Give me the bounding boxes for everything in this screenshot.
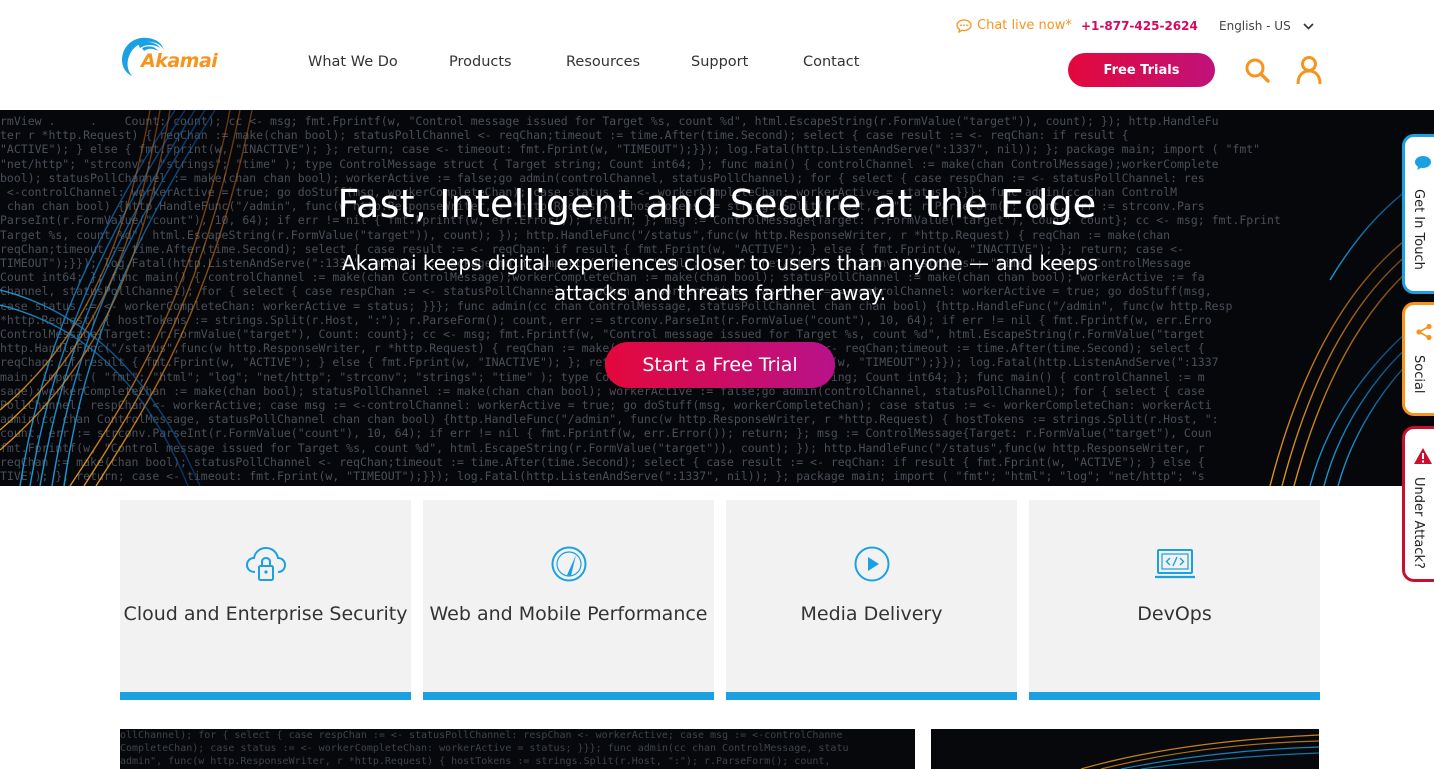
site-header: Akamai What We Do Products Resources Sup… xyxy=(0,0,1434,110)
tile-code-background: ollChannel); for { select { case respCha… xyxy=(120,730,849,767)
card-label: Cloud and Enterprise Security xyxy=(123,603,408,625)
card-media-delivery[interactable]: Media Delivery xyxy=(726,500,1017,700)
warning-icon xyxy=(1414,448,1432,464)
card-label: DevOps xyxy=(1137,603,1212,625)
nav-item-contact[interactable]: Contact xyxy=(803,54,859,70)
free-trials-button[interactable]: Free Trials xyxy=(1068,53,1215,87)
card-cloud-enterprise-security[interactable]: Cloud and Enterprise Security xyxy=(120,500,411,700)
phone-link[interactable]: +1-877-425-2624 xyxy=(1081,19,1198,33)
logo-text: Akamai xyxy=(141,50,218,72)
get-in-touch-tab[interactable]: Get In Touch xyxy=(1402,134,1434,294)
user-account-icon[interactable] xyxy=(1296,55,1322,85)
share-icon xyxy=(1416,323,1432,341)
play-icon xyxy=(854,546,890,582)
hero-subtitle: Akamai keeps digital experiences closer … xyxy=(342,251,1098,305)
speedometer-icon xyxy=(551,546,587,582)
code-monitor-icon xyxy=(1155,549,1195,579)
nav-item-resources[interactable]: Resources xyxy=(566,54,640,70)
card-accent-bar xyxy=(726,692,1017,700)
card-devops[interactable]: DevOps xyxy=(1029,500,1320,700)
get-in-touch-label: Get In Touch xyxy=(1411,189,1426,270)
chevron-down-icon xyxy=(1303,22,1314,30)
card-label: Media Delivery xyxy=(800,603,943,625)
hero-banner: rmView . . Count: count); cc <- msg; fmt… xyxy=(0,110,1434,486)
card-accent-bar xyxy=(423,692,714,700)
feature-tile-right[interactable] xyxy=(931,729,1319,769)
search-icon[interactable] xyxy=(1244,57,1270,83)
card-label: Web and Mobile Performance xyxy=(429,603,708,625)
nav-item-products[interactable]: Products xyxy=(449,54,512,70)
language-selector[interactable]: English - US xyxy=(1219,19,1314,33)
hero-title: Fast, Intelligent and Secure at the Edge xyxy=(337,182,1097,226)
chat-live-link[interactable]: Chat live now* xyxy=(956,18,1072,33)
social-tab[interactable]: Social xyxy=(1402,302,1434,416)
card-accent-bar xyxy=(120,692,411,700)
card-web-mobile-performance[interactable]: Web and Mobile Performance xyxy=(423,500,714,700)
cloud-lock-icon xyxy=(245,546,287,581)
social-label: Social xyxy=(1411,355,1426,394)
start-free-trial-button[interactable]: Start a Free Trial xyxy=(605,342,835,388)
under-attack-label: Under Attack? xyxy=(1411,477,1426,569)
nav-item-support[interactable]: Support xyxy=(691,54,748,70)
card-accent-bar xyxy=(1029,692,1320,700)
language-label: English - US xyxy=(1219,19,1291,33)
nav-item-what-we-do[interactable]: What We Do xyxy=(308,54,398,70)
chat-live-label: Chat live now* xyxy=(977,18,1072,33)
chat-bubble-icon xyxy=(956,18,972,33)
tile-light-streaks xyxy=(1080,734,1319,769)
chat-bubble-icon xyxy=(1415,156,1431,170)
feature-tile-left[interactable]: ollChannel); for { select { case respCha… xyxy=(120,729,915,769)
akamai-logo[interactable]: Akamai xyxy=(118,32,222,78)
under-attack-tab[interactable]: Under Attack? xyxy=(1402,426,1434,582)
